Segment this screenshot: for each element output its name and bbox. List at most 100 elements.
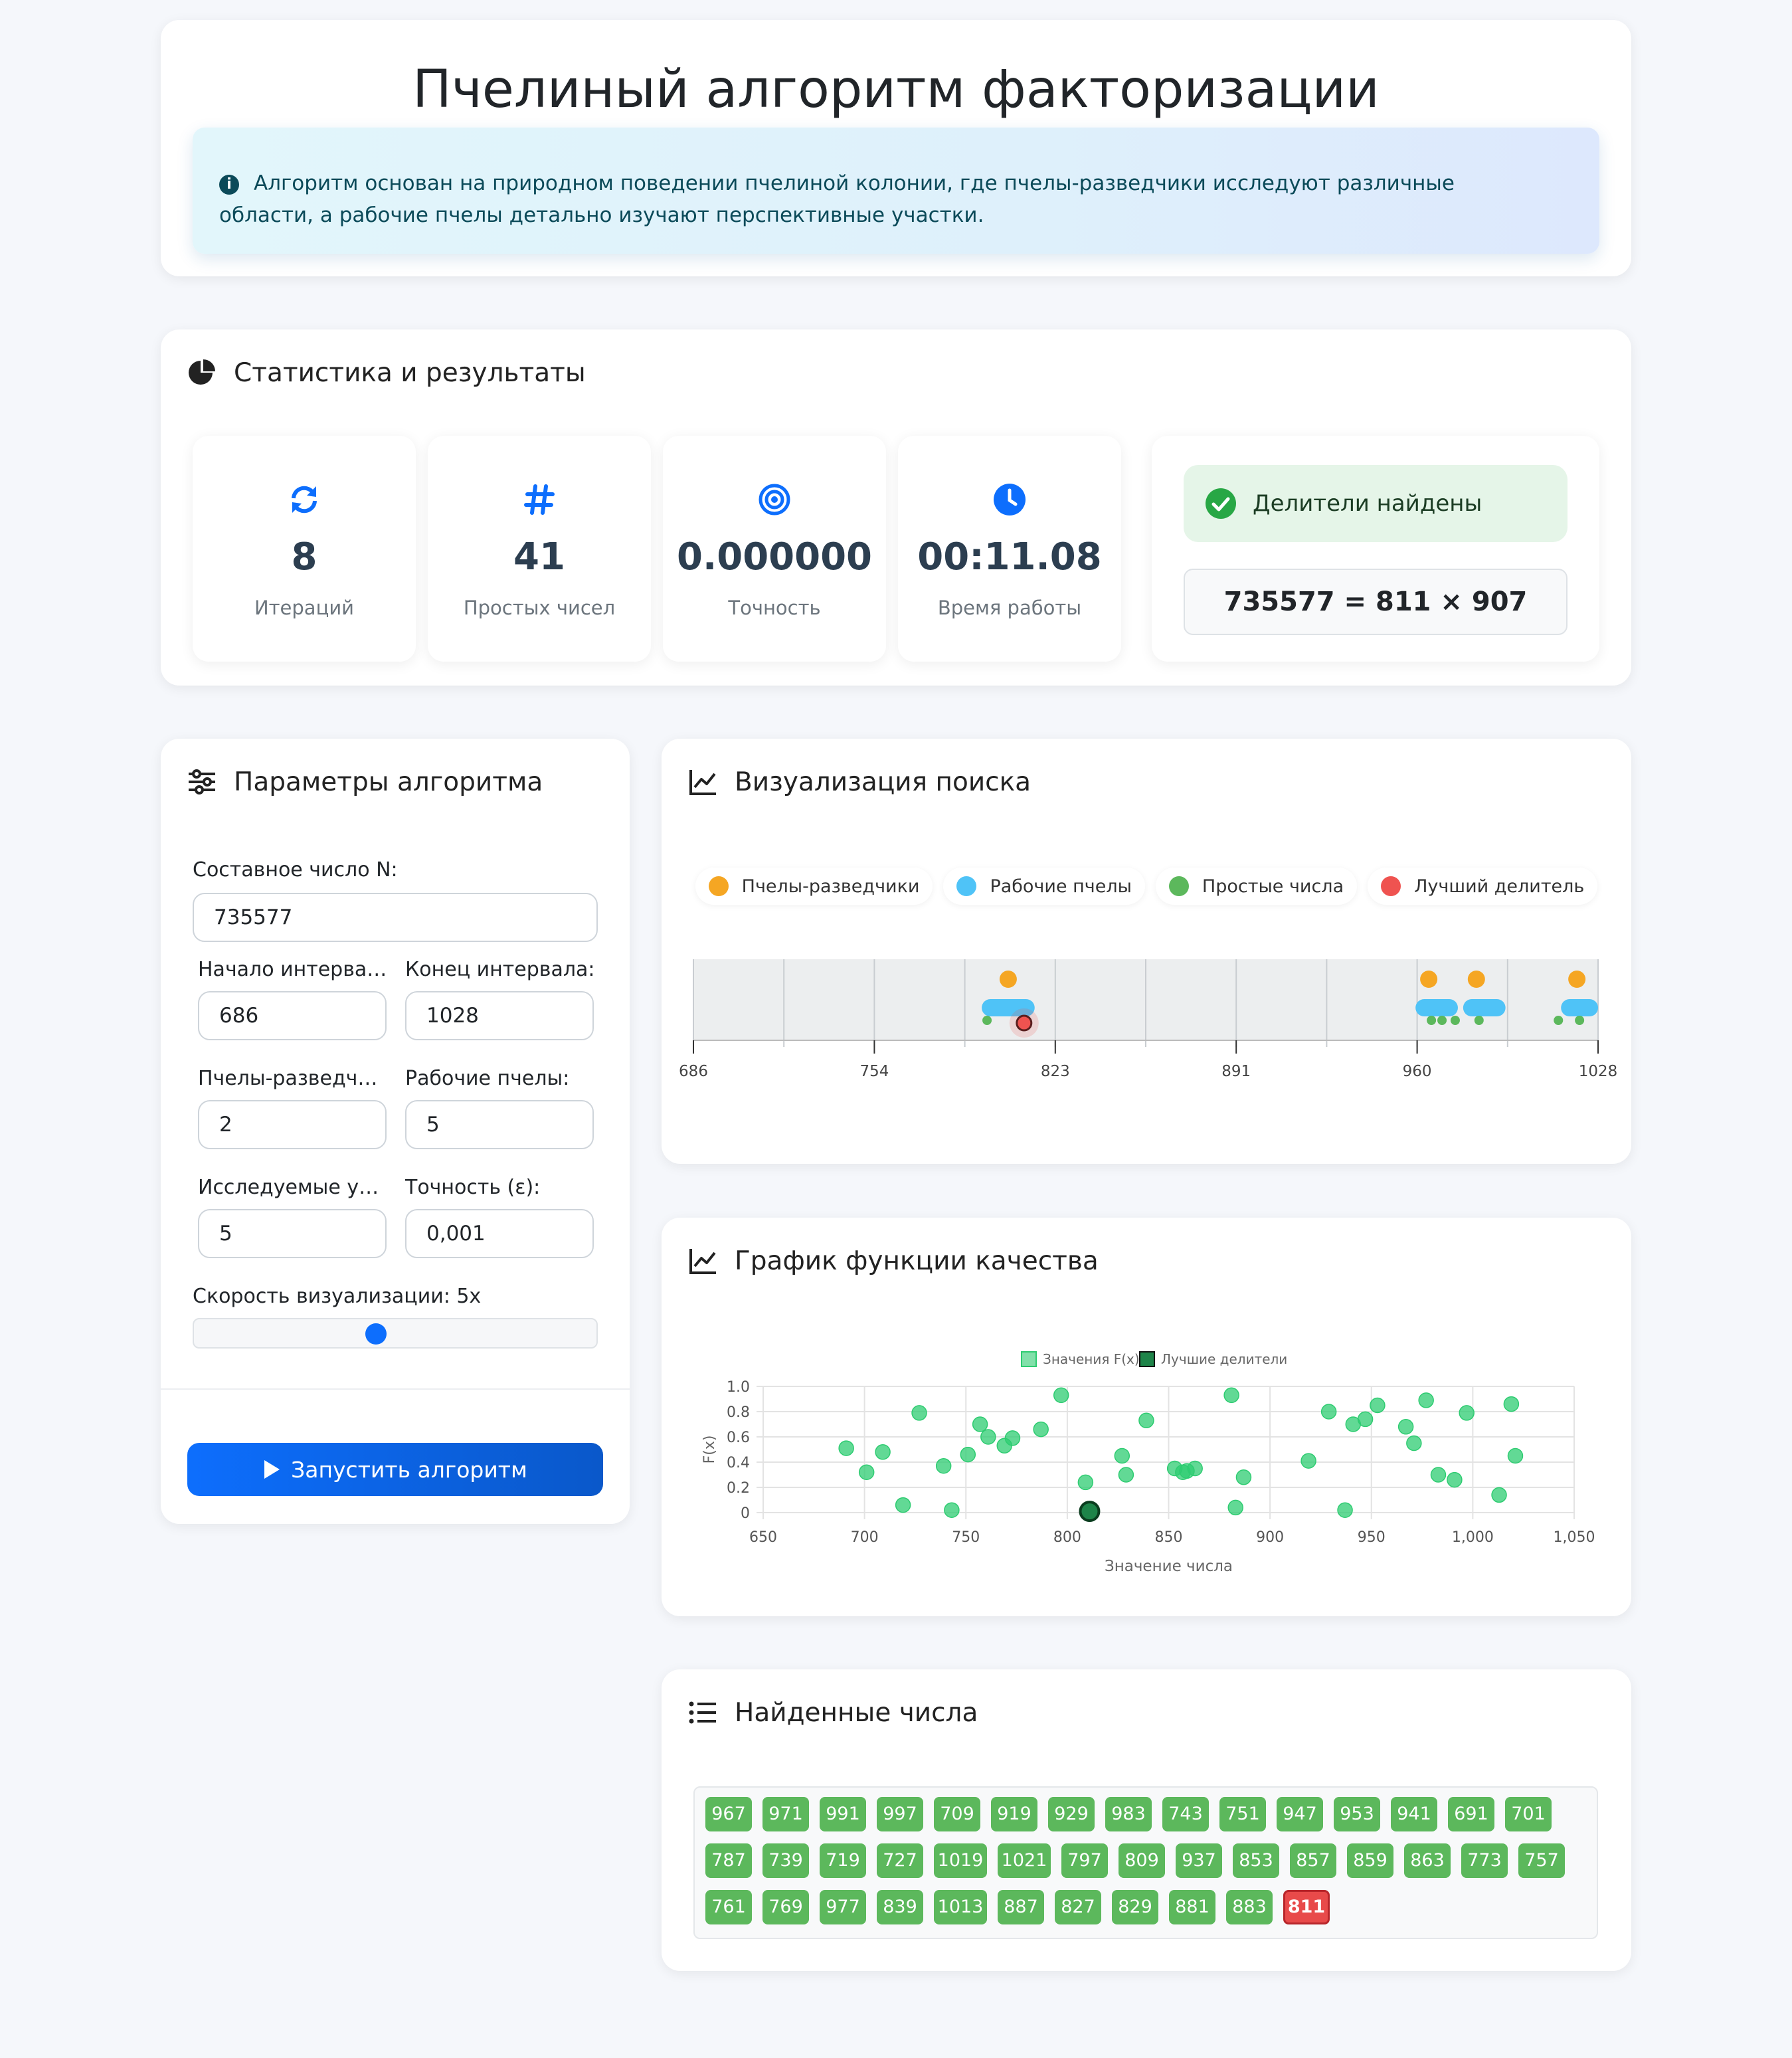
- chart-point: [1447, 1471, 1463, 1488]
- eps-label: Точность (ε):: [405, 1176, 541, 1199]
- prime-dot: [1437, 1016, 1447, 1025]
- prime-chip: 739: [762, 1843, 809, 1878]
- prime-chip: 827: [1055, 1890, 1101, 1924]
- result-equation: 735577 = 811 × 907: [1184, 569, 1568, 635]
- found-numbers-card: Найденные числа 967 971 991 997 709 919 929 983…: [662, 1669, 1631, 1971]
- chart-point: [1320, 1404, 1337, 1420]
- chart-point: [1459, 1405, 1475, 1421]
- prime-chip: 719: [820, 1843, 866, 1878]
- chart-xtick-label: 900: [1256, 1529, 1284, 1546]
- chart-point: [1406, 1435, 1422, 1451]
- chart-point: [1337, 1502, 1353, 1518]
- prime-dot: [982, 1016, 992, 1025]
- prime-chip: 863: [1404, 1843, 1451, 1878]
- prime-chip: 1019: [934, 1843, 987, 1878]
- prime-chip: 787: [705, 1843, 752, 1878]
- primes-count-value: 41: [513, 535, 565, 579]
- viz-tick-label: 686: [679, 1063, 708, 1080]
- run-button-label: Запустить алгоритм: [291, 1456, 527, 1483]
- chart-point: [1397, 1419, 1414, 1435]
- chart-xtick-label: 850: [1155, 1529, 1183, 1546]
- n-label: Составное число N:: [193, 858, 398, 882]
- info-alert: i Алгоритм основан на природном поведении…: [193, 128, 1599, 254]
- viz-card: Визуализация поиска Пчелы-разведчики Раб…: [662, 739, 1631, 1164]
- chart-point: [1223, 1387, 1239, 1404]
- runtime-value: 00:11.08: [917, 535, 1102, 579]
- page-title: Пчелиный алгоритм факторизации: [412, 60, 1380, 120]
- chart-xtick-label: 750: [952, 1529, 980, 1546]
- speed-label: Скорость визуализации: 5x: [193, 1285, 482, 1308]
- worker-bee: [1415, 999, 1458, 1016]
- chart-point: [1033, 1421, 1049, 1438]
- viz-tick-label: 1028: [1579, 1063, 1618, 1080]
- eps-input[interactable]: 0,001: [405, 1209, 594, 1258]
- prime-chip: 757: [1518, 1843, 1565, 1878]
- chart-point: [1227, 1499, 1243, 1516]
- prime-chip: 883: [1226, 1890, 1273, 1924]
- chart-ytick-label: 0.4: [727, 1455, 750, 1471]
- divider: [161, 1388, 630, 1390]
- chart-ytick-label: 0: [741, 1505, 750, 1522]
- list-icon: [689, 1701, 716, 1724]
- success-alert: Делители найдены: [1184, 465, 1568, 542]
- hash-icon: [524, 484, 555, 515]
- prime-dot: [1450, 1016, 1460, 1025]
- chart-point: [1300, 1453, 1316, 1469]
- sites-label: Исследуемые участки:: [198, 1176, 383, 1199]
- prime-chip: 919: [991, 1797, 1037, 1831]
- params-title: Параметры алгоритма: [234, 767, 543, 797]
- chart-xtick-label: 1,000: [1452, 1529, 1494, 1546]
- chart-point: [972, 1416, 988, 1432]
- n-input[interactable]: 735577: [193, 893, 598, 942]
- iterations-label: Итераций: [254, 597, 355, 619]
- chart-point: [1114, 1448, 1130, 1464]
- found-title: Найденные числа: [735, 1697, 978, 1728]
- chart-xlabel: Значение числа: [1105, 1558, 1233, 1575]
- scout-bee: [1568, 971, 1586, 988]
- prime-chip: 701: [1505, 1797, 1552, 1831]
- stats-title: Статистика и результаты: [234, 357, 586, 388]
- workers-input[interactable]: 5: [405, 1100, 594, 1149]
- result-status: Делители найдены: [1253, 490, 1482, 517]
- sites-input[interactable]: 5: [198, 1209, 387, 1258]
- stats-header: Статистика и результаты: [187, 329, 586, 416]
- chart-point: [911, 1405, 927, 1421]
- iterations-value: 8: [291, 535, 317, 579]
- stat-accuracy: 0.000000 Точность: [663, 436, 886, 662]
- chart-point: [858, 1464, 875, 1480]
- chart-point: [1503, 1396, 1520, 1412]
- params-card: Параметры алгоритма Составное число N: 7…: [161, 739, 630, 1524]
- start-input[interactable]: 686: [198, 991, 387, 1040]
- scouts-input[interactable]: 2: [198, 1100, 387, 1149]
- chart-point: [935, 1457, 952, 1474]
- run-button[interactable]: Запустить алгоритм: [187, 1443, 603, 1496]
- chart-point: [1507, 1448, 1524, 1464]
- prime-chip: 881: [1169, 1890, 1215, 1924]
- speed-slider-thumb[interactable]: [365, 1323, 387, 1345]
- prime-chip: 743: [1162, 1797, 1209, 1831]
- best-divider-chip: 811: [1283, 1890, 1330, 1924]
- prime-chip: 983: [1105, 1797, 1152, 1831]
- best-divider-dot: [1016, 1014, 1033, 1032]
- check-circle-icon: [1206, 488, 1236, 519]
- accuracy-value: 0.000000: [676, 535, 873, 579]
- clock-icon: [994, 484, 1026, 515]
- end-label: Конец интервала:: [405, 958, 595, 981]
- chart-ytick-label: 0.8: [727, 1404, 750, 1421]
- speed-slider[interactable]: [193, 1318, 598, 1349]
- viz-tick-label: 960: [1403, 1063, 1432, 1080]
- prime-chip: 773: [1461, 1843, 1508, 1878]
- prime-chip: 727: [877, 1843, 923, 1878]
- prime-chip: 859: [1347, 1843, 1393, 1878]
- prime-chip: 1021: [998, 1843, 1051, 1878]
- info-icon: i: [219, 175, 239, 195]
- runtime-label: Время работы: [937, 597, 1082, 619]
- end-input[interactable]: 1028: [405, 991, 594, 1040]
- chart-point: [1357, 1411, 1374, 1428]
- prime-chip: 829: [1112, 1890, 1158, 1924]
- worker-bee: [1561, 999, 1599, 1016]
- chart-point: [1187, 1460, 1203, 1477]
- chart-point: [1491, 1487, 1507, 1503]
- chart-point: [1004, 1430, 1021, 1446]
- chart-legend-label: Лучшие делители: [1161, 1351, 1287, 1367]
